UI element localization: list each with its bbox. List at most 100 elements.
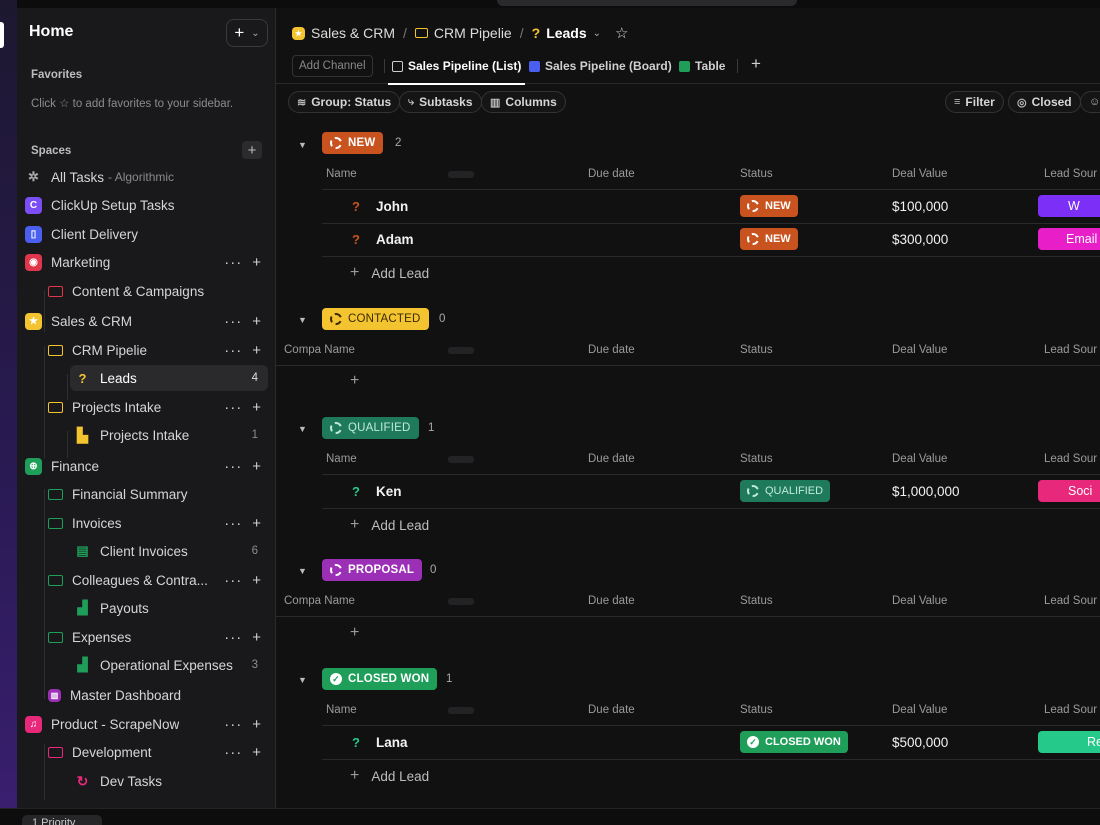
sidebar-item-content-campaigns[interactable]: Content & Campaigns [48, 278, 268, 304]
lead-source-tag[interactable]: W [1038, 195, 1100, 217]
plus-icon[interactable]: + [252, 572, 262, 589]
sidebar-item-clickup-setup-tasks[interactable]: C ClickUp Setup Tasks [25, 192, 268, 218]
task-status-icon[interactable]: ? [352, 735, 360, 750]
add-lead-button[interactable]: + Add Lead [350, 767, 429, 785]
group-badge-proposal[interactable]: PROPOSAL [322, 559, 423, 581]
add-task-button[interactable]: + [350, 624, 359, 642]
task-name[interactable]: Lana [376, 735, 408, 750]
column-header-deal-value[interactable]: Deal Value [892, 344, 947, 356]
chevron-down-icon[interactable]: ⌄ [593, 28, 601, 39]
breadcrumb-list[interactable]: Leads [546, 25, 586, 41]
sidebar-item-expenses[interactable]: Expenses ··· + [48, 624, 268, 650]
filter-button[interactable]: ≡ Filter [945, 91, 1004, 113]
sidebar-item-invoices[interactable]: Invoices ··· + [48, 510, 268, 536]
group-badge-new[interactable]: NEW [322, 132, 384, 154]
assignee-button[interactable]: ☺ [1080, 91, 1100, 113]
column-header-status[interactable]: Status [740, 168, 773, 180]
column-header-name[interactable]: Name [326, 704, 357, 716]
plus-icon[interactable]: + [252, 342, 262, 359]
priority-tray[interactable]: 1 Priority [22, 815, 102, 825]
task-status-icon[interactable]: ? [352, 484, 360, 499]
more-icon[interactable]: ··· [224, 744, 242, 761]
more-icon[interactable]: ··· [224, 399, 242, 416]
add-lead-button[interactable]: + Add Lead [350, 264, 429, 282]
plus-icon[interactable]: + [252, 399, 262, 416]
deal-value[interactable]: $300,000 [892, 232, 948, 247]
lead-source-tag[interactable]: Soci [1038, 480, 1100, 502]
sidebar-item-projects-intake-list[interactable]: ▙ Projects Intake 1 [70, 422, 268, 448]
status-badge[interactable]: NEW [740, 228, 798, 250]
plus-icon[interactable]: + [252, 629, 262, 646]
column-header-deal-value[interactable]: Deal Value [892, 704, 947, 716]
plus-icon[interactable]: + [252, 254, 262, 271]
plus-icon[interactable]: + [252, 458, 262, 475]
group-by-button[interactable]: ≋ Group: Status [288, 91, 401, 113]
task-name[interactable]: Adam [376, 232, 414, 247]
add-channel-button[interactable]: Add Channel [292, 55, 373, 77]
add-space-button[interactable]: + [242, 141, 262, 159]
column-header-name[interactable]: Compa Name [284, 344, 355, 356]
more-icon[interactable]: ··· [224, 572, 242, 589]
column-header-deal-value[interactable]: Deal Value [892, 595, 947, 607]
status-badge[interactable]: QUALIFIED [740, 480, 831, 502]
task-status-icon[interactable]: ? [352, 232, 360, 247]
more-icon[interactable]: ··· [224, 629, 242, 646]
column-header-due-date[interactable]: Due date [588, 704, 635, 716]
column-header-status[interactable]: Status [740, 704, 773, 716]
column-header-status[interactable]: Status [740, 595, 773, 607]
add-view-button[interactable]: + [751, 54, 761, 74]
status-badge[interactable]: ✓ CLOSED WON [740, 731, 848, 753]
plus-icon[interactable]: + [252, 313, 262, 330]
sidebar-item-product-scrapenow[interactable]: ♫ Product - ScrapeNow ··· + [25, 711, 268, 737]
sidebar-item-finance[interactable]: ⊕ Finance ··· + [25, 453, 268, 479]
column-header-status[interactable]: Status [740, 344, 773, 356]
search-bar[interactable] [497, 0, 797, 6]
column-header-due-date[interactable]: Due date [588, 168, 635, 180]
sidebar-item-leads[interactable]: ? Leads 4 [70, 365, 268, 391]
column-header-due-date[interactable]: Due date [588, 595, 635, 607]
sidebar-item-financial-summary[interactable]: Financial Summary [48, 481, 268, 507]
sidebar-item-development[interactable]: Development ··· + [48, 739, 268, 765]
column-header-name[interactable]: Name [326, 453, 357, 465]
plus-icon[interactable]: + [252, 744, 262, 761]
breadcrumb-folder[interactable]: CRM Pipelie [434, 25, 512, 41]
status-badge[interactable]: NEW [740, 195, 798, 217]
closed-toggle[interactable]: ◎ Closed [1008, 91, 1081, 113]
sidebar-item-master-dashboard[interactable]: ▥ Master Dashboard [48, 682, 268, 708]
task-name[interactable]: John [376, 199, 408, 214]
group-badge-closed-won[interactable]: ✓ CLOSED WON [322, 668, 438, 690]
sidebar-item-sales-crm[interactable]: ★ Sales & CRM ··· + [25, 308, 268, 334]
column-header-due-date[interactable]: Due date [588, 344, 635, 356]
group-badge-qualified[interactable]: QUALIFIED [322, 417, 419, 439]
column-header-lead-source[interactable]: Lead Sour [1044, 168, 1097, 180]
sidebar-item-operational-expenses[interactable]: ▟ Operational Expenses 3 [70, 652, 268, 678]
task-status-icon[interactable]: ? [352, 199, 360, 214]
add-task-button[interactable]: + [350, 372, 359, 390]
plus-icon[interactable]: + [252, 515, 262, 532]
group-badge-contacted[interactable]: CONTACTED [322, 308, 429, 330]
column-header-due-date[interactable]: Due date [588, 453, 635, 465]
column-header-name[interactable]: Compa Name [284, 595, 355, 607]
more-icon[interactable]: ··· [224, 515, 242, 532]
sidebar-item-payouts[interactable]: ▟ Payouts [70, 595, 268, 621]
column-header-status[interactable]: Status [740, 453, 773, 465]
more-icon[interactable]: ··· [224, 313, 242, 330]
more-icon[interactable]: ··· [224, 254, 242, 271]
collapse-group-icon[interactable]: ▼ [298, 424, 307, 434]
lead-source-tag[interactable]: Re [1038, 731, 1100, 753]
create-new-button[interactable]: + ⌄ [226, 19, 268, 47]
tab-sales-pipeline-board[interactable]: Sales Pipeline (Board) [529, 55, 672, 77]
sidebar-item-client-delivery[interactable]: ▯ Client Delivery [25, 221, 268, 247]
deal-value[interactable]: $500,000 [892, 735, 948, 750]
deal-value[interactable]: $1,000,000 [892, 484, 960, 499]
column-header-lead-source[interactable]: Lead Sour [1044, 704, 1097, 716]
more-icon[interactable]: ··· [224, 716, 242, 733]
subtasks-button[interactable]: ⤷ Subtasks [399, 91, 482, 113]
lead-source-tag[interactable]: Email [1038, 228, 1100, 250]
collapse-group-icon[interactable]: ▼ [298, 315, 307, 325]
sidebar-item-colleagues-contractors[interactable]: Colleagues & Contra... ··· + [48, 567, 268, 593]
sidebar-item-all-tasks[interactable]: ✲ All Tasks - Algorithmic [25, 164, 268, 190]
sidebar-item-marketing[interactable]: ◉ Marketing ··· + [25, 249, 268, 275]
column-header-lead-source[interactable]: Lead Sour [1044, 453, 1097, 465]
collapse-group-icon[interactable]: ▼ [298, 675, 307, 685]
